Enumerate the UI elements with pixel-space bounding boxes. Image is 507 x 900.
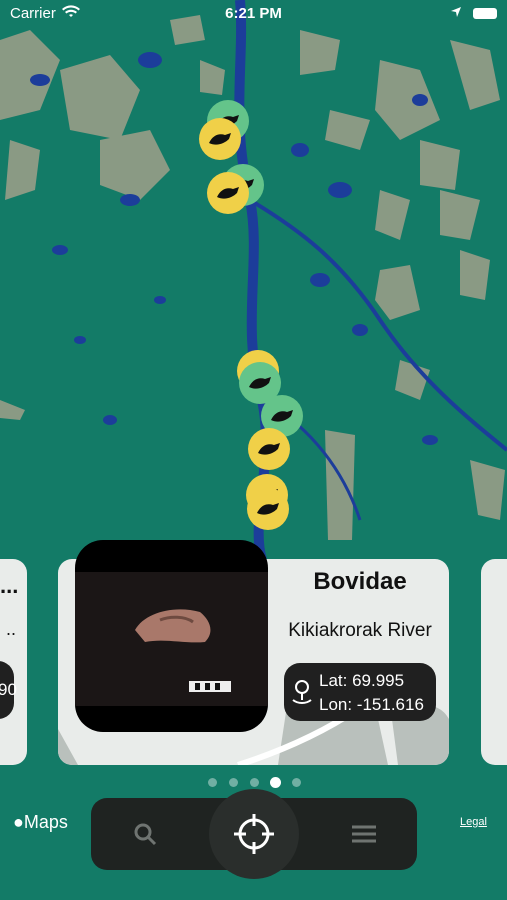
search-icon <box>134 823 157 846</box>
map-pin[interactable] <box>199 118 241 160</box>
paw-icon <box>257 503 279 515</box>
previous-card-coords: 90 <box>0 661 17 719</box>
apple-logo-icon: ● <box>13 812 24 832</box>
paw-icon <box>271 410 293 422</box>
map-pin[interactable] <box>248 428 290 470</box>
previous-card[interactable]: ... .. 90 <box>0 559 27 765</box>
paw-icon <box>209 133 231 145</box>
latitude-label: Lat: 69.995 <box>319 671 405 690</box>
map-pin[interactable] <box>247 488 289 530</box>
page-indicator[interactable] <box>204 776 314 790</box>
longitude-label: Lon: -151.616 <box>319 695 424 714</box>
clock: 6:21 PM <box>225 5 282 22</box>
menu-icon <box>352 825 376 843</box>
menu-button[interactable] <box>328 798 400 870</box>
page-dot[interactable] <box>250 778 259 787</box>
legal-link[interactable]: Legal <box>460 816 487 828</box>
specimen-image <box>135 609 231 692</box>
locate-button[interactable] <box>209 789 299 879</box>
bottom-toolbar <box>91 789 417 879</box>
page-dot-active[interactable] <box>270 777 281 788</box>
paw-icon <box>249 377 271 389</box>
maps-attribution: ●Maps <box>13 812 68 832</box>
page-dot[interactable] <box>208 778 217 787</box>
page-dot[interactable] <box>229 778 238 787</box>
status-bar: Carrier 6:21 PM <box>0 0 507 28</box>
next-card[interactable] <box>481 559 507 765</box>
specimen-location: Kikiakrorak River <box>288 620 432 641</box>
previous-card-subtitle: .. <box>6 619 17 639</box>
specimen-photo[interactable] <box>75 540 268 732</box>
previous-card-title: ... <box>0 573 19 598</box>
paw-icon <box>258 443 280 455</box>
search-button[interactable] <box>109 798 181 870</box>
location-arrow-icon <box>450 5 462 22</box>
crosshair-icon <box>234 814 274 854</box>
battery-icon <box>473 8 497 19</box>
map-pin[interactable] <box>207 172 249 214</box>
specimen-title: Bovidae <box>313 568 407 595</box>
location-pin-icon <box>290 678 314 711</box>
coordinates-badge[interactable]: Lat: 69.995 Lon: -151.616 <box>284 663 436 721</box>
page-dot[interactable] <box>292 778 301 787</box>
paw-icon <box>217 187 239 199</box>
